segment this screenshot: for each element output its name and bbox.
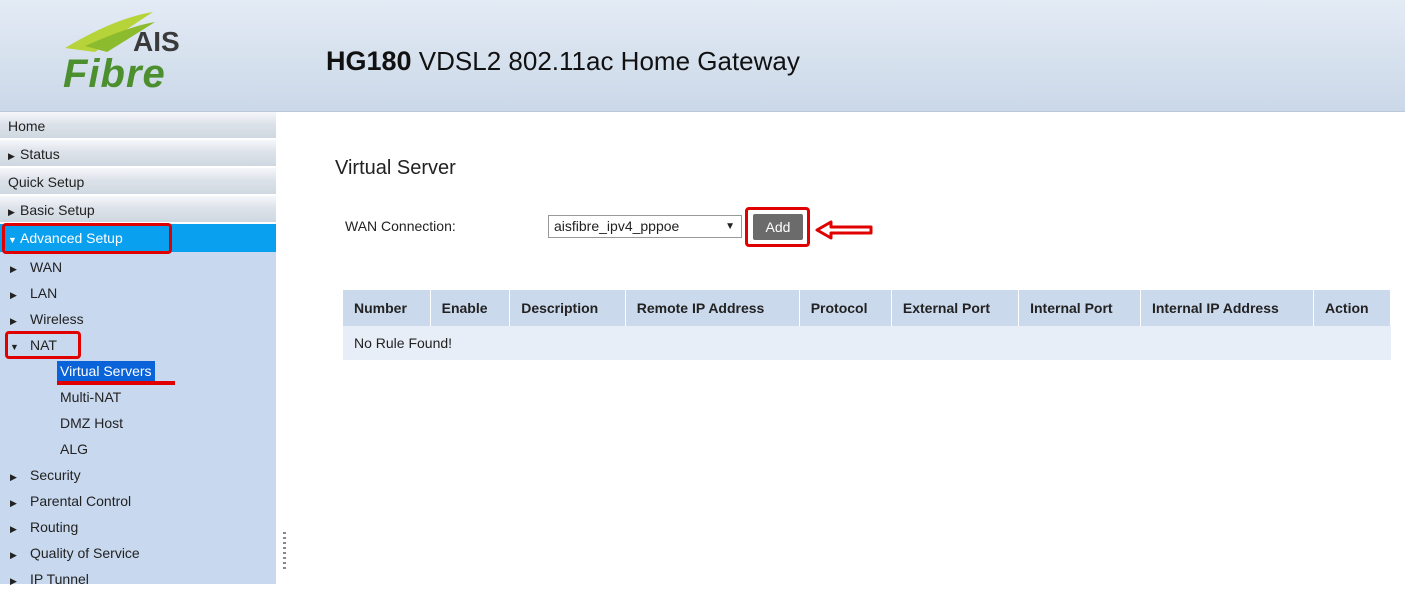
sidebar-item-label: Home (8, 118, 46, 134)
sidebar-nav: Home ▶ Status Quick Setup ▶ Basic Setup ▼ A… (0, 112, 276, 592)
sidebar-item-label: Quality of Service (30, 545, 140, 561)
triangle-right-icon: ▶ (8, 207, 15, 217)
sidebar-item-home[interactable]: Home (0, 112, 276, 140)
sidebar-item-label: Basic Setup (20, 202, 95, 218)
sidebar-item-basic-setup[interactable]: ▶ Basic Setup (0, 196, 276, 224)
sidebar-item-label: Multi-NAT (60, 389, 122, 405)
wan-connection-select[interactable]: aisfibre_ipv4_pppoe ▼ (548, 215, 742, 238)
col-internal-port: Internal Port (1018, 290, 1141, 326)
col-number: Number (343, 290, 431, 326)
table-header-row: Number Enable Description Remote IP Addr… (343, 290, 1391, 326)
col-internal-ip: Internal IP Address (1140, 290, 1315, 326)
col-remote-ip: Remote IP Address (625, 290, 800, 326)
sidebar-item-parental-control[interactable]: ▶ Parental Control (0, 488, 276, 514)
highlight-box (2, 223, 172, 254)
wan-connection-label: WAN Connection: (345, 218, 456, 234)
col-description: Description (509, 290, 626, 326)
col-enable: Enable (430, 290, 511, 326)
triangle-right-icon: ▶ (10, 498, 17, 508)
sidebar-item-label: Virtual Servers (57, 361, 155, 381)
logo-text-fibre: Fibre (63, 52, 166, 96)
advanced-setup-submenu: ▶ WAN ▶ LAN ▶ Wireless ▼ NAT Virtual Servers… (0, 252, 276, 587)
table-row: No Rule Found! (343, 326, 1391, 360)
sidebar-item-quick-setup[interactable]: Quick Setup (0, 168, 276, 196)
sidebar-item-status[interactable]: ▶ Status (0, 140, 276, 168)
add-button[interactable]: Add (753, 214, 803, 240)
triangle-right-icon: ▶ (10, 576, 17, 586)
sidebar-item-virtual-servers[interactable]: Virtual Servers (0, 358, 276, 385)
triangle-right-icon: ▶ (10, 524, 17, 534)
sidebar-item-wireless[interactable]: ▶ Wireless (0, 306, 276, 332)
sidebar-item-advanced-setup[interactable]: ▼ Advanced Setup (0, 223, 276, 254)
empty-table-message: No Rule Found! (343, 326, 1391, 360)
col-external-port: External Port (891, 290, 1020, 326)
ais-fibre-logo: AIS Fibre (55, 8, 205, 98)
triangle-right-icon: ▶ (10, 472, 17, 482)
sidebar-item-alg[interactable]: ALG (0, 436, 276, 462)
col-action: Action (1313, 290, 1391, 326)
sidebar-item-multi-nat[interactable]: Multi-NAT (0, 384, 276, 410)
sidebar-resize-handle[interactable] (283, 532, 286, 570)
col-protocol: Protocol (799, 290, 892, 326)
left-arrow-annotation-icon (815, 220, 873, 240)
sidebar-item-label: Parental Control (30, 493, 132, 509)
triangle-right-icon: ▶ (10, 264, 17, 274)
sidebar-item-label: LAN (30, 285, 58, 301)
model-subtitle: VDSL2 802.11ac Home Gateway (418, 46, 800, 76)
sidebar-item-label: Routing (30, 519, 79, 535)
dropdown-arrow-icon: ▼ (725, 221, 735, 232)
sidebar-item-security[interactable]: ▶ Security (0, 462, 276, 488)
sidebar-item-label: Status (20, 146, 60, 162)
sidebar-item-wan[interactable]: ▶ WAN (0, 254, 276, 280)
triangle-right-icon: ▶ (8, 151, 15, 161)
sidebar-item-lan[interactable]: ▶ LAN (0, 280, 276, 306)
page-title: HG180 VDSL2 802.11ac Home Gateway (326, 46, 800, 77)
section-heading: Virtual Server (335, 157, 456, 179)
sidebar-item-label: ALG (60, 441, 89, 457)
triangle-right-icon: ▶ (10, 290, 17, 300)
sidebar-item-label: DMZ Host (60, 415, 123, 431)
sidebar-item-label: Security (30, 467, 81, 483)
sidebar-item-label: IP Tunnel (30, 571, 89, 587)
highlight-box (5, 331, 81, 359)
model-name: HG180 (326, 46, 412, 76)
sidebar-item-label: Wireless (30, 311, 84, 327)
triangle-right-icon: ▶ (10, 550, 17, 560)
sidebar-item-label: WAN (30, 259, 63, 275)
wan-connection-value: aisfibre_ipv4_pppoe (554, 218, 680, 234)
sidebar-item-qos[interactable]: ▶ Quality of Service (0, 540, 276, 566)
sidebar-item-nat[interactable]: ▼ NAT (0, 331, 276, 359)
sidebar-item-routing[interactable]: ▶ Routing (0, 514, 276, 540)
sidebar-item-ip-tunnel[interactable]: ▶ IP Tunnel (0, 566, 276, 592)
sidebar-item-label: Quick Setup (8, 174, 85, 190)
sidebar-item-dmz-host[interactable]: DMZ Host (0, 410, 276, 436)
virtual-server-table: Number Enable Description Remote IP Addr… (343, 290, 1391, 360)
header-banner: AIS Fibre HG180 VDSL2 802.11ac Home Gate… (0, 0, 1405, 112)
